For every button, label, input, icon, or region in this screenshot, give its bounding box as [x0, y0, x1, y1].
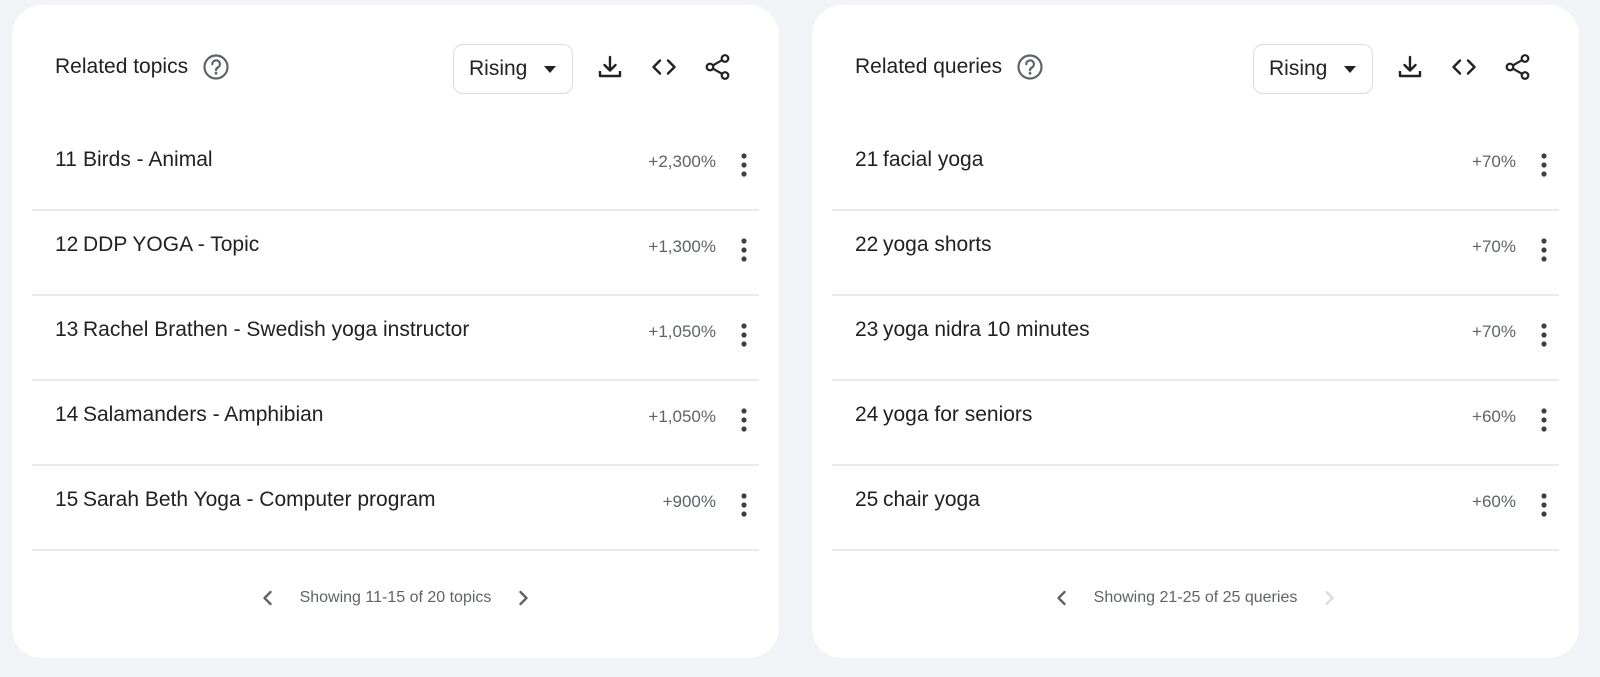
- results-list: 11 Birds - Animal +2,300% 12 DDP YOGA - …: [32, 126, 759, 551]
- more-vert-icon[interactable]: [1533, 237, 1555, 263]
- chevron-right-icon[interactable]: [513, 588, 533, 608]
- item-label[interactable]: facial yoga: [883, 148, 983, 172]
- item-label[interactable]: DDP YOGA - Topic: [83, 233, 259, 257]
- list-item[interactable]: 13 Rachel Brathen - Swedish yoga instruc…: [32, 296, 759, 381]
- item-label[interactable]: Birds - Animal: [83, 148, 213, 172]
- item-rank: 14: [55, 403, 79, 426]
- share-icon[interactable]: [703, 52, 733, 82]
- more-vert-icon[interactable]: [733, 237, 755, 263]
- help-circle-icon[interactable]: [202, 53, 230, 81]
- download-icon[interactable]: [1395, 52, 1425, 82]
- item-rank: 21: [855, 148, 879, 171]
- filter-dropdown[interactable]: Rising: [453, 44, 573, 94]
- panel-header: Related topics Rising: [12, 39, 779, 95]
- list-item[interactable]: 23 yoga nidra 10 minutes +70%: [832, 296, 1559, 381]
- item-change-value: +70%: [1472, 237, 1516, 256]
- chevron-left-icon[interactable]: [1052, 588, 1072, 608]
- list-item[interactable]: 14 Salamanders - Amphibian +1,050%: [32, 381, 759, 466]
- filter-dropdown[interactable]: Rising: [1253, 44, 1373, 94]
- more-vert-icon[interactable]: [733, 492, 755, 518]
- chevron-left-icon[interactable]: [258, 588, 278, 608]
- pagination-text: Showing 11-15 of 20 topics: [299, 589, 492, 606]
- item-change-value: +60%: [1472, 407, 1516, 426]
- related-queries-panel: Related queries Rising 21 facial yoga +7…: [812, 5, 1579, 658]
- item-rank: 22: [855, 233, 879, 256]
- panel-title-text: Related queries: [855, 55, 1003, 78]
- share-icon[interactable]: [1503, 52, 1533, 82]
- item-label[interactable]: yoga shorts: [883, 233, 992, 257]
- list-item[interactable]: 24 yoga for seniors +60%: [832, 381, 1559, 466]
- list-item[interactable]: 15 Sarah Beth Yoga - Computer program +9…: [32, 466, 759, 551]
- item-rank: 15: [55, 488, 79, 511]
- pagination-text: Showing 21-25 of 25 queries: [1093, 589, 1298, 606]
- item-label[interactable]: chair yoga: [883, 488, 980, 512]
- more-vert-icon[interactable]: [733, 152, 755, 178]
- item-label[interactable]: Rachel Brathen - Swedish yoga instructor: [83, 318, 469, 342]
- item-label[interactable]: yoga nidra 10 minutes: [883, 318, 1090, 342]
- item-change-value: +900%: [662, 492, 716, 511]
- item-label[interactable]: Salamanders - Amphibian: [83, 403, 323, 427]
- filter-dropdown-value: Rising: [469, 57, 528, 80]
- pagination: Showing 11-15 of 20 topics: [12, 583, 779, 613]
- chevron-right-icon: [1319, 588, 1339, 608]
- caret-down-icon: [544, 66, 556, 73]
- more-vert-icon[interactable]: [1533, 152, 1555, 178]
- item-change-value: +1,050%: [648, 407, 716, 426]
- panel-title-text: Related topics: [55, 55, 189, 78]
- item-rank: 24: [855, 403, 879, 426]
- item-change-value: +70%: [1472, 152, 1516, 171]
- help-circle-icon[interactable]: [1016, 53, 1044, 81]
- results-list: 21 facial yoga +70% 22 yoga shorts +70% …: [832, 126, 1559, 551]
- item-change-value: +70%: [1472, 322, 1516, 341]
- caret-down-icon: [1344, 66, 1356, 73]
- item-rank: 12: [55, 233, 79, 256]
- item-rank: 13: [55, 318, 79, 341]
- list-item[interactable]: 12 DDP YOGA - Topic +1,300%: [32, 211, 759, 296]
- more-vert-icon[interactable]: [733, 322, 755, 348]
- embed-code-icon[interactable]: [1449, 52, 1479, 82]
- item-change-value: +60%: [1472, 492, 1516, 511]
- item-label[interactable]: Sarah Beth Yoga - Computer program: [83, 488, 436, 512]
- pagination: Showing 21-25 of 25 queries: [812, 583, 1579, 613]
- item-change-value: +2,300%: [648, 152, 716, 171]
- list-item[interactable]: 22 yoga shorts +70%: [832, 211, 1559, 296]
- panel-title: Related topics: [55, 53, 230, 81]
- more-vert-icon[interactable]: [1533, 492, 1555, 518]
- download-icon[interactable]: [595, 52, 625, 82]
- filter-dropdown-value: Rising: [1269, 57, 1328, 80]
- more-vert-icon[interactable]: [1533, 322, 1555, 348]
- list-item[interactable]: 11 Birds - Animal +2,300%: [32, 126, 759, 211]
- panel-title: Related queries: [855, 53, 1044, 81]
- item-rank: 23: [855, 318, 879, 341]
- more-vert-icon[interactable]: [733, 407, 755, 433]
- item-rank: 11: [55, 148, 77, 171]
- item-rank: 25: [855, 488, 879, 511]
- list-item[interactable]: 21 facial yoga +70%: [832, 126, 1559, 211]
- item-change-value: +1,050%: [648, 322, 716, 341]
- panel-header: Related queries Rising: [812, 39, 1579, 95]
- related-topics-panel: Related topics Rising 11 Birds - Animal: [12, 5, 779, 658]
- item-change-value: +1,300%: [648, 237, 716, 256]
- embed-code-icon[interactable]: [649, 52, 679, 82]
- item-label[interactable]: yoga for seniors: [883, 403, 1032, 427]
- list-item[interactable]: 25 chair yoga +60%: [832, 466, 1559, 551]
- more-vert-icon[interactable]: [1533, 407, 1555, 433]
